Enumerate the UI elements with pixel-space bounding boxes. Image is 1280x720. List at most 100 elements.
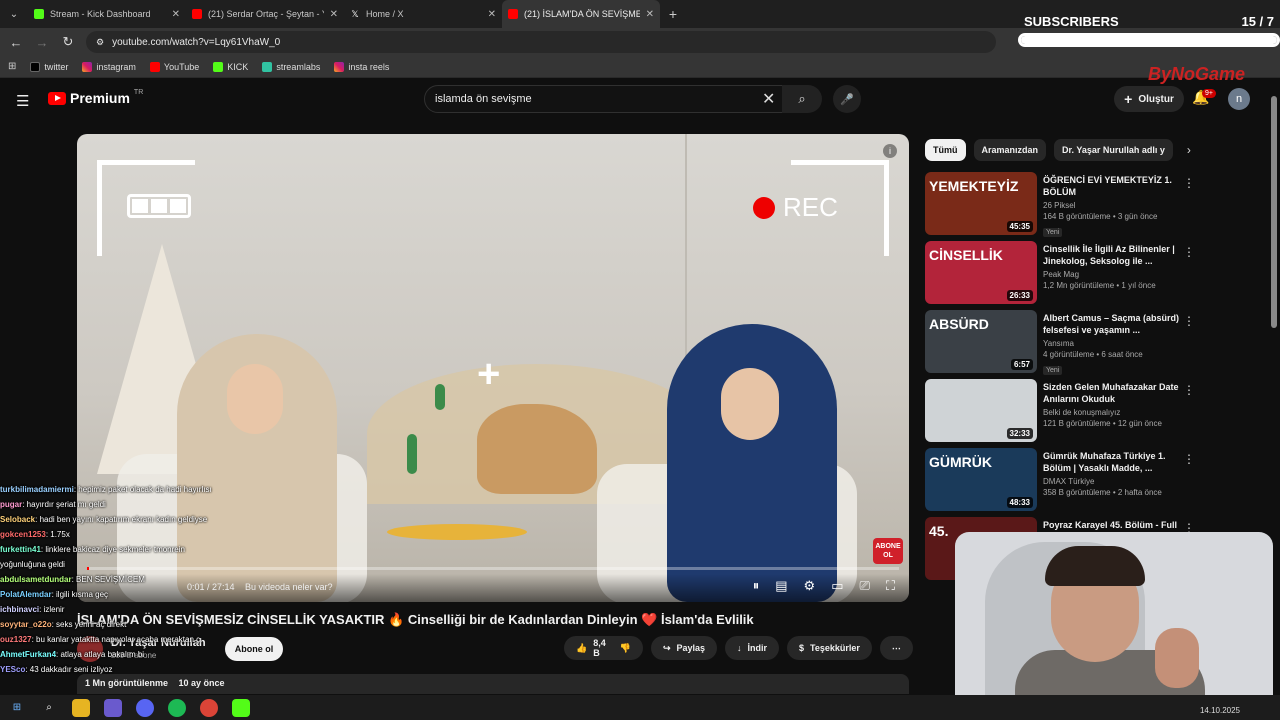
subscribe-watermark[interactable]: ABONE OL — [873, 538, 903, 564]
battery-icon — [127, 194, 191, 218]
create-button[interactable]: + Oluştur — [1114, 86, 1184, 112]
spotify-icon[interactable] — [168, 698, 186, 717]
recommendation-stats: 4 görüntüleme • 6 saat önce — [1043, 350, 1143, 359]
recommendation-channel[interactable]: Peak Mag — [1043, 270, 1183, 279]
close-icon[interactable]: ✕ — [330, 9, 338, 20]
menu-icon[interactable]: ☰ — [16, 92, 29, 110]
recommendation-item[interactable]: GÜMRÜK 48:33 Gümrük Muhafaza Türkiye 1. … — [925, 448, 1270, 512]
recommendation-title[interactable]: Albert Camus – Saçma (absürd) felsefesi … — [1043, 312, 1183, 336]
bookmark-twitter[interactable]: twitter — [30, 61, 68, 72]
chip-from-search[interactable]: Aramanızdan — [973, 139, 1047, 161]
bookmark-youtube[interactable]: YouTube — [149, 61, 199, 72]
chat-username: ichbinavci — [0, 605, 40, 614]
recommendation-item[interactable]: 32:33 Sizden Gelen Muhafazakar Date Anıl… — [925, 379, 1270, 443]
discord-icon[interactable] — [136, 698, 154, 717]
info-icon[interactable]: i — [883, 144, 897, 158]
forward-arrow-icon[interactable]: → — [34, 35, 50, 50]
autoplay-toggle-icon[interactable]: ⏸ — [753, 578, 760, 594]
chat-text: : 1.75x — [45, 530, 70, 539]
thumbnail-text: YEMEKTEYİZ — [929, 178, 1019, 194]
recommendation-title[interactable]: Sizden Gelen Muhafazakar Date Anılarını … — [1043, 381, 1183, 405]
recommendation-channel[interactable]: Belki de konuşmalıyız — [1043, 408, 1183, 417]
video-thumbnail[interactable]: YEMEKTEYİZ 45:35 — [925, 172, 1037, 235]
share-button[interactable]: ↪ Paylaş — [650, 636, 718, 660]
chat-message: turkbilimadamiermi: hepimiz paket olacak… — [0, 482, 300, 497]
tab-serdar-ortac[interactable]: (21) Serdar Ortaç - Şeytan - You ✕ — [186, 0, 344, 28]
tab-search-icon[interactable]: ⌄ — [0, 0, 28, 28]
bookmark-insta-reels[interactable]: insta reels — [334, 61, 389, 72]
view-count: 1 Mn görüntülenme — [85, 678, 168, 688]
search-icon[interactable]: ⌕ — [40, 699, 58, 717]
chrome-icon[interactable] — [200, 698, 218, 717]
dislike-icon[interactable]: 👎 — [620, 643, 631, 654]
close-icon[interactable]: ✕ — [646, 9, 654, 20]
app-icon[interactable] — [104, 698, 122, 717]
chat-text: : izlenir — [39, 605, 65, 614]
avatar[interactable]: n — [1228, 88, 1250, 110]
apps-grid-icon[interactable]: ⊞ — [8, 61, 16, 72]
more-vertical-icon[interactable]: ⋮ — [1183, 245, 1195, 259]
chat-username: PolatAlemdar — [0, 590, 52, 599]
more-icon: ⋯ — [891, 642, 901, 653]
video-thumbnail[interactable]: CİNSELLİK 26:33 — [925, 241, 1037, 304]
recommendation-title[interactable]: Poyraz Karayel 45. Bölüm - Full — [1043, 519, 1183, 531]
scrollbar[interactable] — [1271, 96, 1277, 328]
file-explorer-icon[interactable] — [72, 698, 90, 717]
more-vertical-icon[interactable]: ⋮ — [1183, 176, 1195, 190]
more-vertical-icon[interactable]: ⋮ — [1183, 452, 1195, 466]
more-vertical-icon[interactable]: ⋮ — [1183, 314, 1195, 328]
recommendation-channel[interactable]: DMAX Türkiye — [1043, 477, 1183, 486]
recommendation-item[interactable]: CİNSELLİK 26:33 Cinsellik İle İlgili Az … — [925, 241, 1270, 305]
cast-icon[interactable]: ⎚ — [859, 578, 869, 594]
search-input[interactable]: islamda ön sevişme — [424, 85, 786, 113]
chip-channel[interactable]: Dr. Yaşar Nurullah adlı y — [1054, 139, 1173, 161]
thanks-button[interactable]: $ Teşekkürler — [787, 636, 872, 660]
bookmark-kick[interactable]: KICK — [213, 61, 248, 72]
recommendation-title[interactable]: Cinsellik İle İlgili Az Bilinenler | Jin… — [1043, 243, 1183, 267]
video-thumbnail[interactable]: ABSÜRD 6:57 — [925, 310, 1037, 373]
back-arrow-icon[interactable]: ← — [8, 35, 24, 50]
bookmark-streamlabs[interactable]: streamlabs — [262, 61, 320, 72]
recommendation-item[interactable]: YEMEKTEYİZ 45:35 ÖĞRENCİ EVİ YEMEKTEYİZ … — [925, 172, 1270, 237]
recommendation-title[interactable]: Gümrük Muhafaza Türkiye 1. Bölüm | Yasak… — [1043, 450, 1183, 474]
download-button[interactable]: ↓ İndir — [725, 636, 780, 660]
close-icon[interactable]: ✕ — [488, 9, 496, 20]
new-tab-button[interactable]: + — [660, 6, 686, 22]
url-bar[interactable]: ⚙ youtube.com/watch?v=Lqy61VhaW_0 — [86, 31, 996, 53]
chip-all[interactable]: Tümü — [925, 139, 966, 161]
reload-icon[interactable]: ↻ — [60, 34, 76, 50]
windows-start-icon[interactable]: ⊞ — [8, 699, 26, 717]
kick-app-icon[interactable] — [232, 698, 250, 717]
x-logo-icon: 𝕏 — [350, 9, 360, 19]
more-vertical-icon[interactable]: ⋮ — [1183, 383, 1195, 397]
rec-label: REC — [783, 192, 838, 222]
tab-title: (21) İSLAM'DA ÖN SEVİŞMESİZ — [524, 9, 640, 19]
search-button[interactable]: ⌕ — [782, 85, 822, 113]
clear-search-icon[interactable]: ✕ — [762, 89, 775, 109]
site-info-icon[interactable]: ⚙ — [96, 37, 104, 48]
recommendation-item[interactable]: ABSÜRD 6:57 Albert Camus – Saçma (absürd… — [925, 310, 1270, 375]
tab-home-x[interactable]: 𝕏 Home / X ✕ — [344, 0, 502, 28]
tab-kick-dashboard[interactable]: Stream - Kick Dashboard ✕ — [28, 0, 186, 28]
recommendation-channel[interactable]: 26 Piksel — [1043, 201, 1183, 210]
chat-text: : hepimiz paket olacak da hadi hayırlısı — [73, 485, 212, 494]
close-icon[interactable]: ✕ — [172, 9, 180, 20]
voice-search-button[interactable]: 🎤 — [833, 85, 861, 113]
theater-mode-icon[interactable]: ▭ — [831, 578, 843, 594]
chat-username: ouz1327 — [0, 635, 32, 644]
settings-gear-icon[interactable]: ⚙ — [804, 578, 816, 594]
thumbnail-text: CİNSELLİK — [929, 247, 1003, 263]
tab-islamda-video[interactable]: (21) İSLAM'DA ÖN SEVİŞMESİZ ✕ — [502, 0, 660, 28]
fullscreen-icon[interactable]: ⛶ — [886, 578, 895, 594]
description-box[interactable]: 1 Mn görüntülenme 10 ay önce — [77, 674, 909, 694]
recommendation-channel[interactable]: Yansıma — [1043, 339, 1183, 348]
youtube-logo[interactable]: Premium TR — [48, 89, 143, 106]
like-button[interactable]: 👍 8,4 B 👎 — [564, 636, 643, 660]
chevron-right-icon[interactable]: › — [1187, 143, 1191, 157]
more-actions-button[interactable]: ⋯ — [879, 636, 913, 660]
bookmark-instagram[interactable]: instagram — [82, 61, 136, 72]
recommendation-title[interactable]: ÖĞRENCİ EVİ YEMEKTEYİZ 1. BÖLÜM — [1043, 174, 1183, 198]
subtitles-icon[interactable]: ▤ — [775, 578, 787, 594]
video-thumbnail[interactable]: 32:33 — [925, 379, 1037, 442]
video-thumbnail[interactable]: GÜMRÜK 48:33 — [925, 448, 1037, 511]
